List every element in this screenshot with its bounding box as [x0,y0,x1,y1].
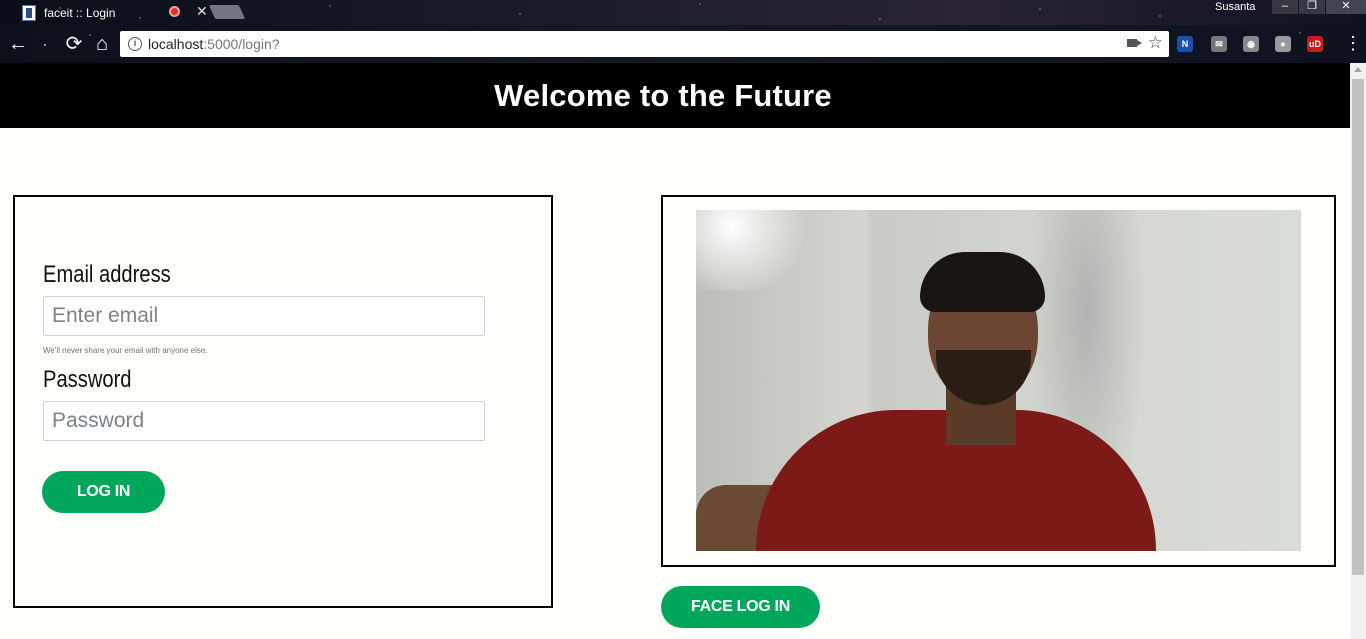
email-field[interactable] [43,296,485,336]
back-arrow-icon[interactable]: ← [7,33,29,55]
site-info-icon[interactable]: i [128,37,142,51]
webcam-video-feed [696,210,1301,551]
new-tab-button[interactable] [208,5,246,19]
browser-tab[interactable]: faceit :: Login ✕ [14,0,210,25]
email-help-text: We'll never share your email with anyone… [43,346,208,355]
camera-in-use-icon[interactable] [1127,39,1142,47]
globe-extension-icon[interactable]: ◉ [1243,36,1259,52]
face-login-button[interactable]: FACE LOG IN [661,586,820,628]
scroll-up-icon[interactable] [1354,67,1362,72]
site-favicon-icon [22,4,36,21]
password-label: Password [43,366,132,393]
page-title: Welcome to the Future [494,77,832,113]
window-controls: – ❐ ✕ [1271,0,1366,14]
window-close-button[interactable]: ✕ [1326,0,1366,14]
address-bar[interactable]: i localhost:5000/login? ☆ [120,31,1169,57]
restore-button[interactable]: ❐ [1299,0,1325,14]
email-label: Email address [43,261,171,288]
chat-extension-icon[interactable]: ● [1275,36,1291,52]
profile-name[interactable]: Susanta [1215,0,1255,14]
password-field[interactable] [43,401,485,441]
minimize-button[interactable]: – [1272,0,1298,14]
login-button[interactable]: LOG IN [42,471,165,513]
tab-close-icon[interactable]: ✕ [196,3,208,20]
browser-title-bar: faceit :: Login ✕ Susanta – ❐ ✕ [0,0,1366,25]
tab-title: faceit :: Login [44,5,116,20]
site-header: Welcome to the Future [0,63,1350,128]
page-scrollbar[interactable] [1350,63,1366,639]
page-viewport: Welcome to the Future Email address We'l… [0,63,1350,639]
scrollbar-thumb[interactable] [1352,79,1364,575]
recording-indicator-icon [169,6,180,17]
browser-toolbar: ← ⟳ ⌂ i localhost:5000/login? ☆ N ✉ ◉ ● uD ⋮ [0,25,1366,63]
ublock-extension-icon[interactable]: uD [1307,36,1323,52]
reload-icon[interactable]: ⟳ [63,33,85,55]
url-host: localhost [148,36,204,52]
webcam-panel [661,195,1336,567]
url-path: :5000/login? [203,36,280,52]
mail-extension-icon[interactable]: ✉ [1211,36,1227,52]
browser-menu-icon[interactable]: ⋮ [1344,33,1362,53]
home-icon[interactable]: ⌂ [91,33,113,55]
n-extension-icon[interactable]: N [1177,36,1193,52]
login-form: Email address We'll never share your ema… [13,195,553,608]
bookmark-star-icon[interactable]: ☆ [1148,33,1163,53]
